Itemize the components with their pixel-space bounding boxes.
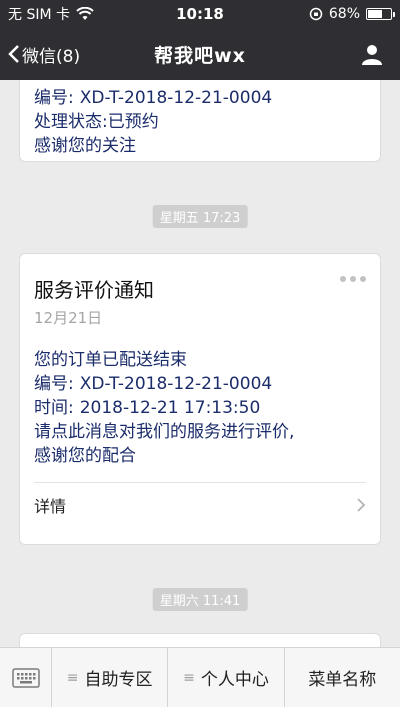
rotation-lock-icon [309, 7, 323, 21]
order-number: XD-T-2018-12-21-0004 [79, 374, 273, 394]
menu-item-name[interactable]: 菜单名称 [285, 648, 400, 707]
menu-personal-center[interactable]: ≡ 个人中心 [168, 648, 285, 707]
menu-icon: ≡ [183, 669, 195, 686]
more-options-icon[interactable] [340, 276, 366, 282]
message-card[interactable]: 编号: XD-T-2018-12-21-0004 处理状态:已预约 感谢您的关注 [19, 80, 381, 162]
service-rating-card[interactable]: 服务评价通知 12月21日 您的订单已配送结束 编号: XD-T-2018-12-… [19, 253, 381, 545]
order-label: 编号: [34, 88, 74, 108]
status-time: 10:18 [176, 5, 224, 23]
status-value: 已预约 [107, 112, 159, 132]
menu-label: 自助专区 [84, 670, 153, 690]
carrier-label: 无 SIM 卡 [8, 7, 70, 23]
chevron-left-icon [8, 45, 19, 63]
keyboard-icon [11, 667, 40, 688]
chat-area[interactable]: 编号: XD-T-2018-12-21-0004 处理状态:已预约 感谢您的关注 … [0, 80, 400, 647]
thanks-line: 感谢您的配合 [34, 446, 136, 466]
status-bar: 无 SIM 卡 10:18 68% [0, 0, 400, 28]
menu-self-service[interactable]: ≡ 自助专区 [52, 648, 169, 707]
back-label: 微信(8) [22, 46, 81, 67]
battery-icon [366, 8, 395, 20]
menu-label: 菜单名称 [308, 670, 377, 690]
message-card[interactable] [19, 633, 381, 647]
timestamp-badge: 星期六 11:41 [152, 588, 248, 611]
time-value: 2018-12-21 17:13:50 [79, 398, 261, 418]
details-label: 详情 [34, 497, 67, 516]
card-date: 12月21日 [34, 309, 103, 327]
order-number: XD-T-2018-12-21-0004 [79, 88, 273, 108]
status-line: 处理状态:已预约 [34, 110, 366, 134]
time-label: 时间: [34, 398, 74, 418]
menu-label: 个人中心 [200, 670, 269, 690]
time-line: 时间: 2018-12-21 17:13:50 [34, 396, 366, 420]
keyboard-toggle-button[interactable] [0, 648, 52, 707]
card-title: 服务评价通知 [34, 278, 154, 302]
thanks-line: 感谢您的关注 [34, 136, 136, 156]
order-line: 编号: XD-T-2018-12-21-0004 [34, 86, 366, 110]
rating-request-line: 请点此消息对我们的服务进行评价, [34, 422, 295, 442]
order-label: 编号: [34, 374, 74, 394]
back-button[interactable]: 微信(8) [8, 42, 80, 67]
battery-percent: 68% [328, 6, 360, 22]
bottom-menu-bar: ≡ 自助专区 ≡ 个人中心 菜单名称 [0, 647, 400, 707]
timestamp-badge: 星期五 17:23 [152, 205, 248, 228]
chevron-right-icon [357, 498, 366, 512]
user-icon[interactable] [360, 42, 384, 66]
delivery-line: 您的订单已配送结束 [34, 350, 187, 370]
nav-bar: 微信(8) 帮我吧wx [0, 28, 400, 80]
menu-icon: ≡ [66, 669, 79, 686]
details-link[interactable]: 详情 [20, 483, 380, 527]
status-label: 处理状态: [34, 112, 108, 132]
order-line: 编号: XD-T-2018-12-21-0004 [34, 372, 366, 396]
wifi-icon [76, 7, 94, 20]
